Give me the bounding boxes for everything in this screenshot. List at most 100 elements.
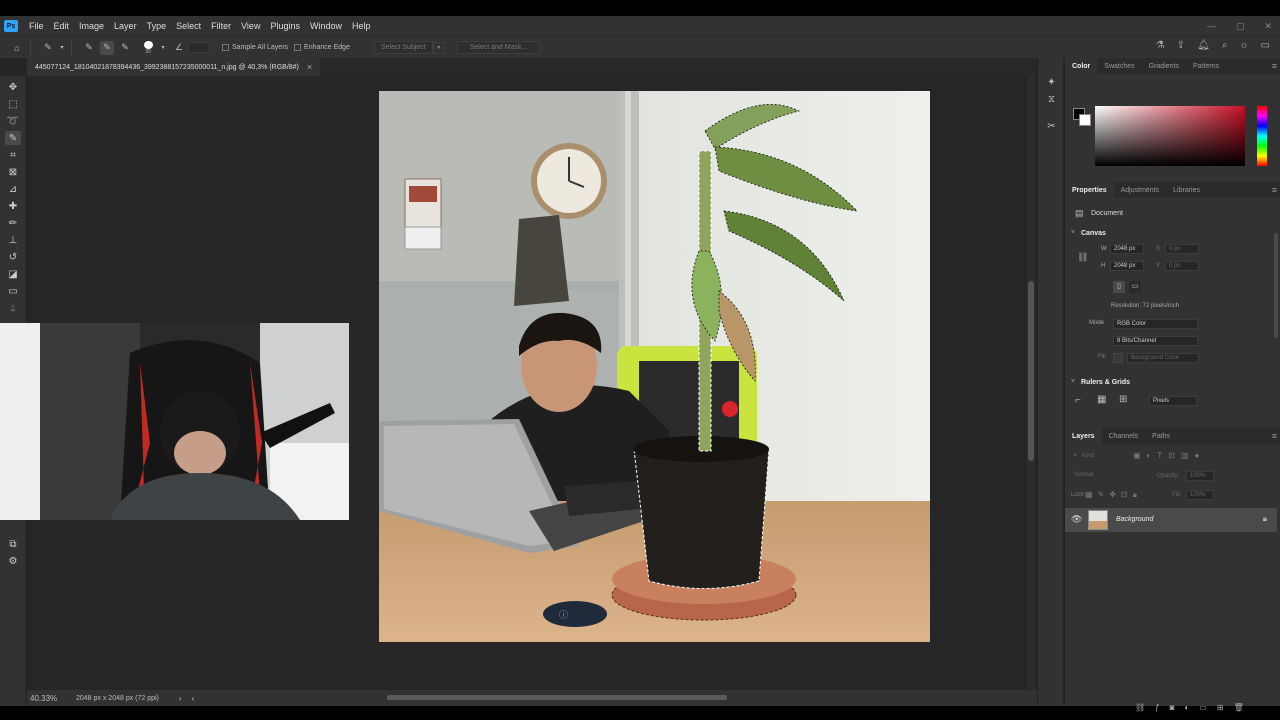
tab-gradients[interactable]: Gradients — [1142, 58, 1186, 74]
chevron-down-icon[interactable]: ˅ — [1071, 229, 1075, 236]
sample-all-layers-checkbox[interactable]: Sample All Layers — [222, 44, 288, 51]
background-color-swatch[interactable] — [1079, 114, 1091, 126]
height-field[interactable]: 2048 px — [1110, 261, 1144, 271]
document-image[interactable]: ⓘ — [379, 91, 930, 642]
history-icon[interactable]: ⧖ — [1045, 93, 1058, 106]
tab-close-icon[interactable]: × — [307, 62, 312, 72]
new-layer-icon[interactable]: ⊞ — [1217, 703, 1234, 712]
close-icon[interactable]: ✕ — [1264, 21, 1272, 32]
color-picker-field[interactable] — [1095, 106, 1245, 166]
quick-selection-tool-icon[interactable]: ✎ — [5, 131, 21, 145]
menu-help[interactable]: Help — [347, 21, 376, 31]
mask-icon[interactable]: ◙ — [1170, 703, 1185, 712]
y-field[interactable]: 0 px — [1165, 261, 1199, 271]
add-to-selection-icon[interactable]: ✎ — [100, 40, 114, 55]
delete-layer-icon[interactable]: 🗑︎ — [1234, 703, 1254, 712]
chevron-down-icon[interactable]: ▾ — [59, 41, 65, 55]
canvas-section-header[interactable]: Canvas — [1081, 230, 1106, 237]
quick-selection-preset-icon[interactable]: ✎ — [41, 41, 55, 55]
brush-angle-icon[interactable]: ∠ — [172, 41, 186, 55]
tab-patterns[interactable]: Patterns — [1186, 58, 1226, 74]
marquee-tool-icon[interactable]: ⬚ — [5, 97, 21, 111]
menu-plugins[interactable]: Plugins — [265, 21, 305, 31]
select-subject-dropdown[interactable]: ▾ — [432, 41, 445, 54]
move-tool-icon[interactable]: ✥ — [5, 80, 21, 94]
blur-tool-icon[interactable]: 💧︎ — [5, 301, 21, 315]
layer-row-background[interactable]: 👁︎ Background 🔒︎ — [1065, 508, 1277, 532]
scroll-left-icon[interactable]: ‹ — [192, 694, 195, 703]
tab-swatches[interactable]: Swatches — [1097, 58, 1141, 74]
workspace-icon[interactable]: ▭ — [1261, 40, 1270, 51]
tab-paths[interactable]: Paths — [1145, 428, 1177, 444]
horizontal-scrollbar[interactable] — [387, 695, 727, 700]
tools-options-icon[interactable]: ✂ — [1045, 120, 1058, 133]
link-icon[interactable]: ⛓ — [1077, 252, 1088, 263]
menu-file[interactable]: File — [24, 21, 49, 31]
chevron-down-icon[interactable]: ˅ — [1071, 378, 1075, 385]
layer-kind-filter[interactable]: Kind — [1079, 452, 1127, 462]
layer-filter-search-icon[interactable]: ⌕ — [1073, 452, 1077, 460]
frame-tool-icon[interactable]: ⊠ — [5, 165, 21, 179]
menu-filter[interactable]: Filter — [206, 21, 236, 31]
minimize-icon[interactable]: — — [1207, 21, 1216, 31]
flask-icon[interactable]: ⚗ — [1156, 40, 1165, 51]
grid-icon[interactable]: ▦ — [1097, 394, 1106, 405]
tab-color[interactable]: Color — [1065, 58, 1098, 74]
clone-stamp-tool-icon[interactable]: ⊥ — [5, 233, 21, 247]
edit-toolbar-icon[interactable]: ⚙ — [5, 554, 21, 568]
vertical-scrollbar[interactable] — [1027, 76, 1035, 690]
scrollbar-thumb[interactable] — [1028, 281, 1034, 461]
tab-adjustments[interactable]: Adjustments — [1114, 182, 1167, 198]
tab-properties[interactable]: Properties — [1065, 182, 1114, 198]
eyedropper-tool-icon[interactable]: ⊿ — [5, 182, 21, 196]
angle-input[interactable] — [188, 42, 210, 53]
tab-libraries[interactable]: Libraries — [1166, 182, 1207, 198]
search-icon[interactable]: ⌕ — [1222, 40, 1228, 51]
select-and-mask-button[interactable]: Select and Mask... — [456, 41, 541, 54]
menu-select[interactable]: Select — [171, 21, 206, 31]
bit-depth-select[interactable]: 8 Bits/Channel — [1113, 336, 1198, 346]
screen-mode-icon[interactable]: ⧉ — [5, 537, 21, 551]
group-icon[interactable]: ▭ — [1199, 703, 1217, 712]
tab-layers[interactable]: Layers — [1065, 428, 1102, 444]
panel-menu-icon[interactable]: ≡ — [1272, 431, 1277, 441]
units-select[interactable]: Pixels — [1149, 396, 1197, 406]
guides-icon[interactable]: ⊞ — [1119, 394, 1127, 405]
healing-brush-tool-icon[interactable]: ✚ — [5, 199, 21, 213]
portrait-orientation-button[interactable]: ▯ — [1113, 281, 1125, 293]
gradient-tool-icon[interactable]: ▭ — [5, 284, 21, 298]
tab-channels[interactable]: Channels — [1102, 428, 1146, 444]
discover-icon[interactable]: ☼ — [1239, 40, 1248, 51]
fx-icon[interactable]: ƒ — [1155, 703, 1169, 712]
menu-edit[interactable]: Edit — [49, 21, 75, 31]
layer-name[interactable]: Background — [1116, 516, 1153, 523]
enhance-edge-checkbox[interactable]: Enhance Edge — [294, 44, 350, 51]
adjustment-layer-icon[interactable]: ◐ — [1184, 703, 1199, 712]
home-icon[interactable]: ⌂ — [10, 41, 24, 55]
mode-select[interactable]: RGB Color — [1113, 319, 1198, 329]
hue-slider[interactable] — [1257, 106, 1267, 166]
fill-swatch[interactable] — [1113, 353, 1123, 363]
bell-icon[interactable]: 🔔︎ — [1197, 40, 1210, 51]
opacity-field[interactable]: 100% — [1186, 471, 1214, 481]
panel-menu-icon[interactable]: ≡ — [1272, 61, 1277, 71]
status-chevron-icon[interactable]: › — [179, 694, 182, 703]
fill-field[interactable]: 100% — [1186, 490, 1214, 500]
rulers-grids-header[interactable]: Rulers & Grids — [1081, 379, 1130, 386]
x-field[interactable]: 0 px — [1165, 244, 1199, 254]
landscape-orientation-button[interactable]: ▭ — [1129, 281, 1141, 293]
panel-scrollbar[interactable] — [1274, 233, 1278, 338]
document-info[interactable]: 2048 px x 2048 px (72 ppi) — [76, 695, 159, 702]
blend-mode-select[interactable]: Normal — [1071, 471, 1141, 481]
panel-menu-icon[interactable]: ≡ — [1272, 185, 1277, 195]
eraser-tool-icon[interactable]: ◪ — [5, 267, 21, 281]
zoom-level[interactable]: 40.33% — [30, 694, 70, 703]
menu-image[interactable]: Image — [74, 21, 109, 31]
fill-select[interactable]: Background Color — [1127, 353, 1199, 363]
brush-size-picker[interactable]: 30 — [140, 40, 156, 55]
subtract-from-selection-icon[interactable]: ✎ — [118, 41, 132, 55]
maximize-icon[interactable]: ▢ — [1236, 21, 1245, 32]
document-tab[interactable]: 445077124_18104021878394436_399238815723… — [27, 58, 321, 76]
lock-icons[interactable]: ▦✎✥⊡🔒︎ — [1085, 490, 1142, 500]
new-selection-icon[interactable]: ✎ — [82, 41, 96, 55]
